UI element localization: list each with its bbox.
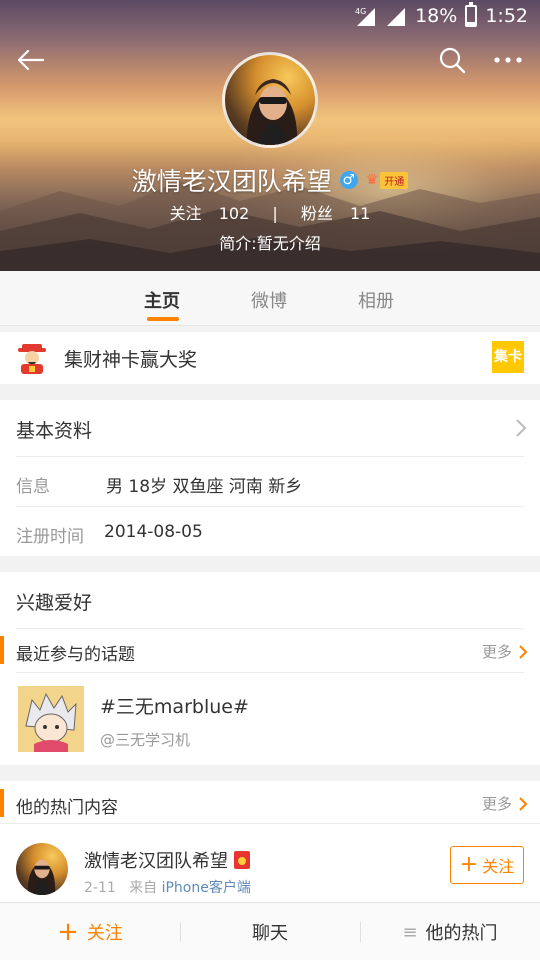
status-bar: 4G 18% 1:52 xyxy=(0,0,540,34)
vip-open-label: 开通 xyxy=(380,171,409,189)
hot-content-title: 他的热门内容 xyxy=(16,798,118,818)
section-accent-bar xyxy=(0,636,4,664)
divider xyxy=(0,823,540,824)
plus-icon: + xyxy=(57,917,79,947)
profile-name-row: 激情老汉团队希望 ♂ ♛ 开通 xyxy=(0,162,540,198)
wifi-signal-icon xyxy=(387,8,406,26)
post-author-row: 激情老汉团队希望 xyxy=(84,847,250,873)
profile-bio: 简介:暂无介绍 xyxy=(219,234,321,253)
following-count: 102 xyxy=(218,204,250,223)
more-label: 更多 xyxy=(481,643,512,661)
vip-badge[interactable]: ♛ 开通 xyxy=(366,171,409,189)
profile-header: 4G 18% 1:52 激情老汉团队希望 ♂ ♛ 开通 关注 102 | 粉丝 … xyxy=(0,0,540,271)
hot-more-link[interactable]: 更多 xyxy=(482,793,528,814)
following-label: 关注 xyxy=(169,204,202,223)
profile-avatar[interactable] xyxy=(222,52,318,148)
divider xyxy=(16,456,524,457)
search-icon xyxy=(439,47,466,74)
back-button[interactable] xyxy=(12,42,48,78)
bottom-chat-button[interactable]: 聊天 xyxy=(180,903,360,960)
chevron-right-icon xyxy=(519,644,528,659)
post-meta: 2-11 来自 iPhone客户端 xyxy=(84,877,251,897)
clock: 1:52 xyxy=(485,5,528,27)
post-date: 2-11 xyxy=(84,880,116,896)
fortune-god-icon xyxy=(18,344,46,374)
crown-icon: ♛ xyxy=(365,172,379,188)
bottom-hot-button[interactable]: ≡ 他的热门 xyxy=(360,903,540,960)
profile-name: 激情老汉团队希望 xyxy=(131,167,332,196)
basic-info-title[interactable]: 基本资料 xyxy=(16,416,92,443)
post-author-name[interactable]: 激情老汉团队希望 xyxy=(84,847,228,873)
active-tab-indicator xyxy=(147,317,179,321)
svg-text:4G: 4G xyxy=(355,7,366,16)
info-value: 男 18岁 双鱼座 河南 新乡 xyxy=(106,477,303,497)
bottom-chat-label: 聊天 xyxy=(252,923,288,944)
chevron-right-icon xyxy=(519,796,528,811)
profile-tabs: 主页 微博 相册 xyxy=(0,271,540,326)
registration-label: 注册时间 xyxy=(16,527,84,547)
bottom-follow-label: 关注 xyxy=(86,923,123,944)
followers-stat[interactable]: 粉丝 11 xyxy=(295,204,376,223)
registration-value: 2014-08-05 xyxy=(104,522,203,542)
search-button[interactable] xyxy=(434,42,470,78)
section-accent-bar xyxy=(0,789,4,817)
tab-weibo[interactable]: 微博 xyxy=(251,287,287,313)
plus-icon: + xyxy=(459,852,479,877)
basic-info-card: 基本资料 信息 男 18岁 双鱼座 河南 新乡 注册时间 2014-08-05 xyxy=(0,400,540,556)
list-icon: ≡ xyxy=(402,921,418,943)
bottom-hot-label: 他的热门 xyxy=(425,923,498,944)
tab-home[interactable]: 主页 xyxy=(144,287,180,313)
post-author-avatar[interactable] xyxy=(16,843,68,895)
followers-count: 11 xyxy=(349,204,371,223)
follow-button[interactable]: + 关注 xyxy=(450,846,524,884)
topic-thumbnail[interactable] xyxy=(18,686,84,752)
chevron-right-icon[interactable] xyxy=(514,418,528,438)
followers-label: 粉丝 xyxy=(300,204,333,223)
more-horizontal-icon xyxy=(494,57,522,63)
divider xyxy=(16,672,524,673)
recent-topics-title: 最近参与的话题 xyxy=(16,645,135,665)
follow-label: 关注 xyxy=(482,857,515,876)
divider xyxy=(16,506,524,507)
following-stat[interactable]: 关注 102 xyxy=(164,204,256,223)
collect-card-badge[interactable]: 集卡 xyxy=(492,341,524,373)
treasure-title: 集财神卡赢大奖 xyxy=(64,349,198,371)
post-source[interactable]: iPhone客户端 xyxy=(162,880,251,896)
info-label: 信息 xyxy=(16,477,50,497)
anime-character-image xyxy=(18,686,84,752)
bottom-action-bar: + 关注 聊天 ≡ 他的热门 xyxy=(0,902,540,960)
topic-title[interactable]: #三无marblue# xyxy=(100,692,249,719)
signal-4g-icon: 4G xyxy=(355,7,376,26)
topic-author: @三无学习机 xyxy=(100,731,191,749)
arrow-left-icon xyxy=(17,49,45,71)
battery-percent: 18% xyxy=(415,5,458,27)
bottom-follow-button[interactable]: + 关注 xyxy=(0,903,180,960)
tab-album[interactable]: 相册 xyxy=(358,287,394,313)
gender-male-icon: ♂ xyxy=(339,171,358,189)
post-from-label: 来自 xyxy=(129,880,158,896)
interests-title: 兴趣爱好 xyxy=(16,592,93,614)
red-envelope-icon xyxy=(234,851,250,869)
battery-icon xyxy=(465,2,478,27)
avatar-portrait xyxy=(27,859,56,895)
more-label: 更多 xyxy=(481,795,512,813)
divider xyxy=(16,628,524,629)
recent-topics-more-link[interactable]: 更多 xyxy=(482,641,528,662)
profile-stats: 关注 102 | 粉丝 11 xyxy=(0,200,540,224)
treasure-card[interactable]: 集财神卡赢大奖 集卡 xyxy=(0,332,540,384)
hot-content-card: 他的热门内容 更多 激情老汉团队希望 2-11 来自 iPhone客户端 + 关… xyxy=(0,781,540,905)
more-button[interactable] xyxy=(490,42,526,78)
interests-card: 兴趣爱好 最近参与的话题 更多 #三无marblue# @三无学习机 xyxy=(0,572,540,765)
stats-separator: | xyxy=(272,204,278,223)
